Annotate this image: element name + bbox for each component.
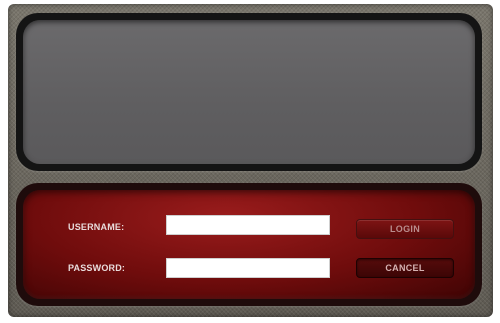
login-panel (16, 183, 482, 306)
login-panel-surface (23, 190, 475, 299)
display-bezel (16, 13, 482, 171)
username-label: USERNAME: (68, 222, 125, 232)
password-label: PASSWORD: (68, 263, 126, 273)
password-input[interactable] (166, 258, 330, 278)
display-screen (23, 20, 475, 164)
username-input[interactable] (166, 215, 330, 235)
login-button[interactable]: LOGIN (356, 219, 454, 239)
cancel-button[interactable]: CANCEL (356, 258, 454, 278)
